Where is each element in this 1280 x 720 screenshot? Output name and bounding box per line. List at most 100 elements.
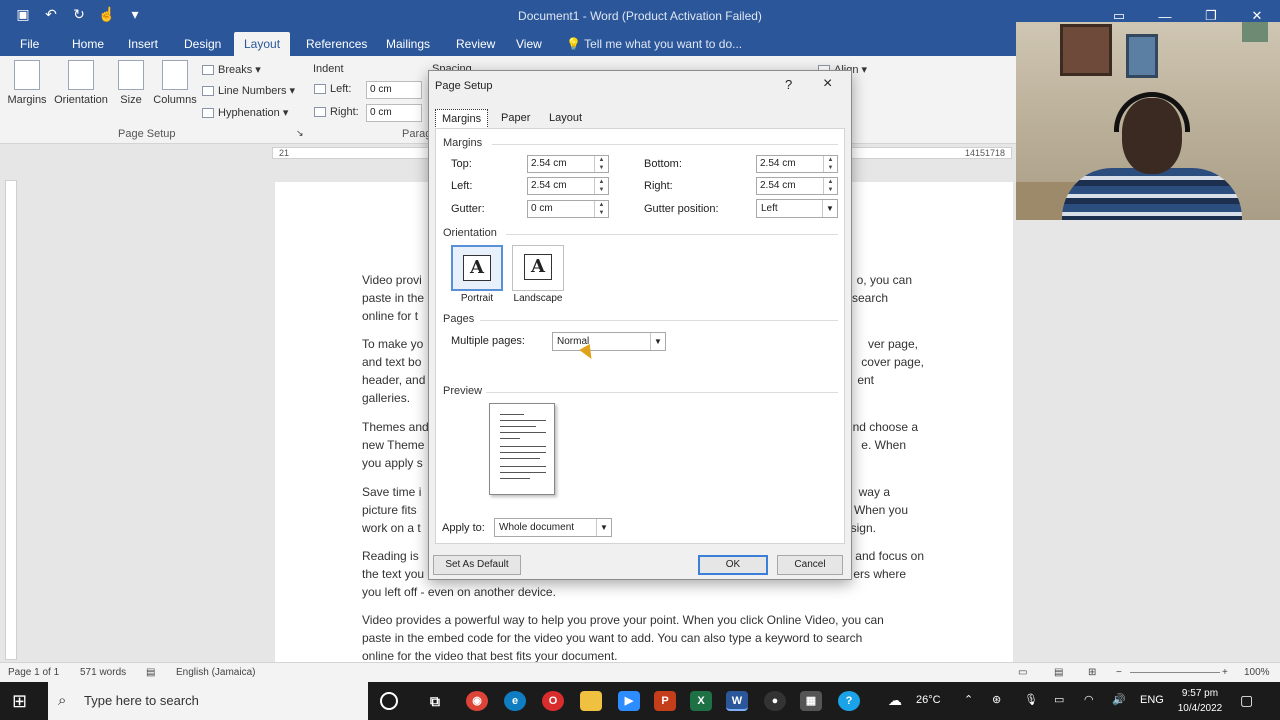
gutter-position-label: Gutter position: (644, 203, 719, 215)
orientation-heading: Orientation (443, 227, 497, 239)
tab-home[interactable]: Home (62, 32, 114, 56)
taskbar-search[interactable]: ⌕ Type here to search (48, 682, 368, 720)
help-app-icon[interactable]: ? (838, 691, 860, 711)
word-taskbar-icon[interactable]: W (726, 691, 748, 711)
tab-paper[interactable]: Paper (495, 109, 536, 129)
notifications-icon[interactable]: ▢ (1240, 692, 1253, 720)
tab-margins[interactable]: Margins (435, 109, 489, 129)
breaks-label: Breaks (218, 64, 253, 76)
bottom-margin-input[interactable]: 2.54 cm ▲ ▼ (756, 155, 838, 173)
wifi-icon[interactable]: ◠ (1084, 693, 1094, 720)
language-indicator[interactable]: English (Jamaica) (176, 667, 255, 678)
spin-arrows-icon[interactable]: ▲ ▼ (594, 178, 608, 194)
zoom-in-icon[interactable]: + (1222, 667, 1228, 678)
tab-insert[interactable]: Insert (118, 32, 168, 56)
opera-icon[interactable]: O (542, 691, 564, 711)
page-setup-launcher-icon[interactable]: ↘ (296, 128, 304, 139)
orientation-button[interactable]: Orientation (52, 60, 110, 106)
tab-layout[interactable]: Layout (234, 32, 291, 56)
landscape-option[interactable]: A (512, 245, 564, 291)
tab-file[interactable]: File (10, 32, 49, 56)
cancel-button[interactable]: Cancel (777, 555, 843, 575)
proofing-icon[interactable]: ▤ (146, 667, 155, 678)
excel-icon[interactable]: X (690, 691, 712, 711)
tab-mailings[interactable]: Mailings (376, 32, 440, 56)
tab-view[interactable]: View (506, 32, 552, 56)
indent-right-input[interactable]: 0 cm (366, 104, 422, 122)
top-margin-input[interactable]: 2.54 cm ▲ ▼ (527, 155, 609, 173)
left-margin-input[interactable]: 2.54 cm ▲ ▼ (527, 177, 609, 195)
doc-line-left: header, and (362, 373, 426, 387)
dialog-close-icon[interactable]: × (823, 75, 832, 93)
obs-icon[interactable]: ● (764, 691, 786, 711)
file-explorer-icon[interactable] (580, 691, 602, 711)
tab-review[interactable]: Review (446, 32, 505, 56)
input-language[interactable]: ENG (1140, 694, 1164, 720)
right-label: Right: (644, 180, 673, 192)
indent-heading: Indent (313, 63, 344, 75)
zoom-app-icon[interactable]: ▶ (618, 691, 640, 711)
cortana-icon[interactable] (380, 692, 398, 710)
chevron-down-icon[interactable]: ▼ (596, 519, 611, 536)
breaks-button[interactable]: Breaks ▾ (202, 63, 261, 76)
tab-references[interactable]: References (296, 32, 377, 56)
left-margin-value: 2.54 cm (531, 180, 567, 191)
help-icon[interactable]: ? (785, 77, 792, 92)
spin-arrows-icon[interactable]: ▲ ▼ (594, 156, 608, 172)
print-layout-icon[interactable]: ▤ (1054, 667, 1063, 678)
spin-arrows-icon[interactable]: ▲ ▼ (823, 178, 837, 194)
hyphenation-button[interactable]: Hyphenation ▾ (202, 106, 288, 119)
dialog-title: Page Setup (435, 80, 493, 92)
doc-line-left: Video provi (362, 273, 422, 287)
tell-me-box[interactable]: 💡 Tell me what you want to do... (566, 32, 742, 56)
store-icon[interactable]: ▦ (800, 691, 822, 711)
zoom-out-icon[interactable]: − (1116, 667, 1122, 678)
tab-design[interactable]: Design (174, 32, 231, 56)
apply-to-select[interactable]: Whole document ▼ (494, 518, 612, 537)
microphone-icon[interactable]: 🎙 (1024, 693, 1038, 720)
powerpoint-icon[interactable]: P (654, 691, 676, 711)
columns-button[interactable]: Columns (150, 60, 200, 106)
vertical-ruler[interactable] (5, 180, 17, 660)
doc-line: you left off - even on another device. (362, 585, 556, 599)
margins-button[interactable]: Margins (2, 60, 52, 106)
chevron-down-icon[interactable]: ▼ (822, 200, 837, 217)
battery-icon[interactable]: ▭ (1054, 693, 1064, 720)
right-margin-input[interactable]: 2.54 cm ▲ ▼ (756, 177, 838, 195)
line-numbers-button[interactable]: Line Numbers ▾ (202, 84, 295, 97)
spin-arrows-icon[interactable]: ▲ ▼ (823, 156, 837, 172)
spin-arrows-icon[interactable]: ▲ ▼ (594, 201, 608, 217)
page-count[interactable]: Page 1 of 1 (8, 667, 59, 678)
zoom-level[interactable]: 100% (1244, 667, 1270, 678)
tab-page-layout[interactable]: Layout (543, 109, 588, 129)
ok-button[interactable]: OK (698, 555, 768, 575)
multiple-pages-select[interactable]: Normal ▼ (552, 332, 666, 351)
portrait-option[interactable]: A (451, 245, 503, 291)
chrome-icon[interactable]: ◉ (466, 691, 488, 711)
zoom-slider[interactable] (1130, 672, 1220, 673)
volume-icon[interactable]: 🔊 (1112, 693, 1126, 720)
gutter-input[interactable]: 0 cm ▲ ▼ (527, 200, 609, 218)
show-hidden-icons-icon[interactable]: ⌃ (964, 693, 973, 720)
weather-temp: 26°C (916, 694, 941, 706)
right-margin-value: 2.54 cm (760, 180, 796, 191)
network-sharing-icon[interactable]: ⊛ (992, 693, 1001, 720)
chevron-down-icon[interactable]: ▼ (650, 333, 665, 350)
top-margin-value: 2.54 cm (531, 158, 567, 169)
size-button[interactable]: Size (106, 60, 156, 106)
system-clock[interactable]: 9:57 pm 10/4/2022 (1172, 686, 1228, 716)
indent-left-input[interactable]: 0 cm (366, 81, 422, 99)
web-layout-icon[interactable]: ⊞ (1088, 667, 1096, 678)
doc-line-left: To make yo (362, 337, 424, 351)
preview-line (500, 478, 530, 479)
top-label: Top: (451, 158, 472, 170)
preview-line (500, 420, 546, 421)
windows-start-icon[interactable]: ⊞ (12, 691, 32, 711)
word-count[interactable]: 571 words (80, 667, 126, 678)
gutter-position-select[interactable]: Left ▼ (756, 199, 838, 218)
edge-icon[interactable]: e (504, 691, 526, 711)
doc-line-right: When you (853, 503, 908, 517)
set-as-default-button[interactable]: Set As Default (433, 555, 521, 575)
read-mode-icon[interactable]: ▭ (1018, 667, 1027, 678)
task-view-icon[interactable]: ⧉ (424, 691, 446, 711)
